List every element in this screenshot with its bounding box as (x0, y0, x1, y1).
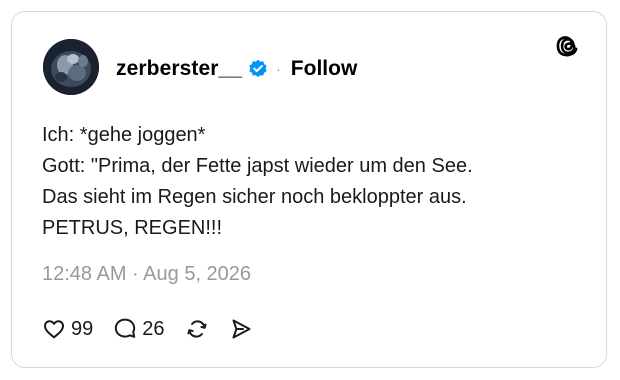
follow-button[interactable]: Follow (291, 57, 358, 81)
post-text-line: Gott: "Prima, der Fette japst wieder um … (42, 155, 473, 177)
reply-button[interactable]: 26 (113, 317, 165, 341)
speech-bubble-icon (113, 317, 137, 341)
repost-button[interactable] (185, 317, 209, 341)
heart-icon (42, 317, 66, 341)
separator-dot: · (276, 61, 281, 77)
like-count: 99 (71, 317, 94, 340)
action-bar: 99 26 (42, 314, 273, 344)
avatar[interactable] (43, 39, 99, 95)
post-timestamp[interactable]: 12:48 AM · Aug 5, 2026 (42, 263, 251, 286)
post-header: zerberster__ · Follow (116, 56, 357, 82)
post-text-line: Das sieht im Regen sicher noch bekloppte… (42, 186, 467, 208)
avatar-image (43, 39, 99, 95)
share-button[interactable] (229, 317, 253, 341)
reply-count: 26 (142, 317, 165, 340)
like-button[interactable]: 99 (42, 317, 93, 341)
post-text-line: Ich: *gehe joggen* (42, 124, 206, 146)
send-icon (229, 317, 253, 341)
verified-badge-icon (248, 59, 268, 79)
username[interactable]: zerberster__ (116, 57, 242, 81)
post-text: Ich: *gehe joggen* Gott: "Prima, der Fet… (42, 120, 582, 244)
post-card: zerberster__ · Follow Ich: *gehe joggen*… (11, 11, 607, 368)
post-text-line: PETRUS, REGEN!!! (42, 217, 223, 239)
threads-logo-icon[interactable] (554, 32, 582, 60)
repost-icon (185, 317, 209, 341)
